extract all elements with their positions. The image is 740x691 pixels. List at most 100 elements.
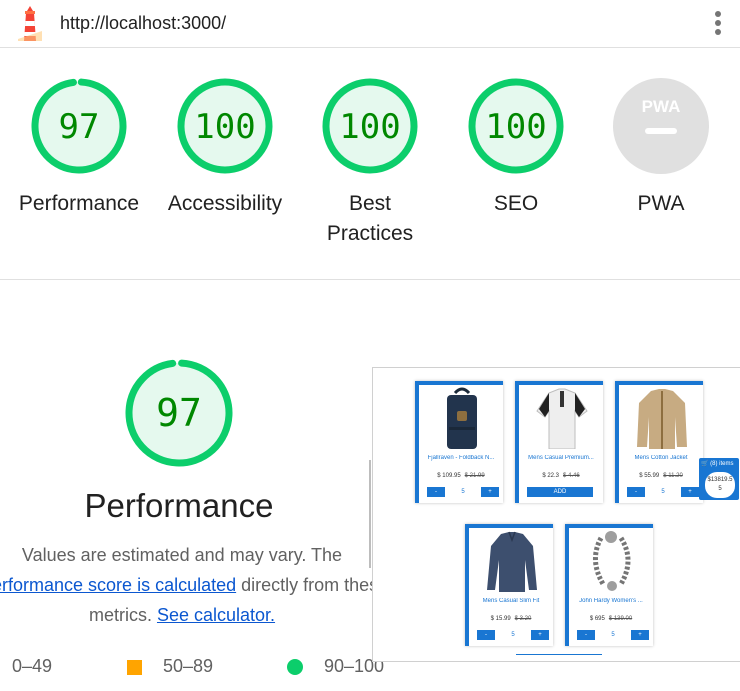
product-price: $ 15.99 $ 3.20 [469, 616, 553, 622]
desc-line-3-text: metrics. [88, 605, 152, 625]
old-price-value: $ 4.46 [563, 473, 580, 479]
quantity-stepper: - 5 + [577, 630, 649, 640]
tshirt-icon [536, 388, 588, 449]
product-card: Fjallraven - Foldback N... $ 109.95 $ 21.… [415, 381, 503, 503]
pass-circle-icon [287, 659, 303, 675]
performance-description: Values are estimated and may vary. The p… [0, 540, 388, 630]
performance-gauge-ring: 97 [31, 78, 127, 174]
best-practices-label: Best Practices [300, 189, 440, 249]
old-price-value: $ 21.99 [464, 473, 485, 479]
product-price: $ 695 $ 139.00 [569, 616, 653, 622]
product-card: Mens Cotton Jacket $ 55.99 $ 11.20 - 5 + [615, 381, 703, 503]
price-value: $ 109.95 [437, 473, 461, 479]
section-divider [0, 279, 740, 280]
performance-label: Performance [18, 192, 140, 215]
decrement-button[interactable]: - [477, 630, 495, 640]
decrement-button[interactable]: - [627, 487, 645, 497]
gauge-performance[interactable]: 97 Performance [9, 77, 149, 219]
desc-line-2-text: directly from these [241, 575, 389, 595]
seo-label: SEO [493, 192, 539, 215]
gauge-pwa[interactable]: PWA PWA [591, 77, 731, 219]
best-practices-score: 100 [339, 107, 400, 147]
accessibility-score: 100 [194, 107, 255, 147]
average-square-icon [127, 660, 142, 675]
see-calculator-link[interactable]: See calculator. [157, 605, 275, 625]
product-price: $ 109.95 $ 21.99 [419, 473, 503, 479]
decrement-button[interactable]: - [427, 487, 445, 497]
gauge-best-practices[interactable]: 100 Best Practices [300, 77, 440, 249]
product-name: Mens Casual Slim Fit [482, 598, 540, 604]
score-calculated-link[interactable]: performance score is calculated [0, 575, 236, 595]
decrement-button[interactable]: - [577, 630, 595, 640]
performance-detail-score: 97 [156, 391, 202, 435]
quantity-value: 5 [461, 489, 465, 495]
increment-button[interactable]: + [631, 630, 649, 640]
page-url: http://localhost:3000/ [60, 13, 227, 33]
legend-fail-label: 0–49 [12, 656, 53, 676]
jacket-icon [637, 389, 687, 449]
accessibility-gauge-ring: 100 [177, 78, 273, 174]
metrics-divider [369, 460, 371, 568]
report-header: http://localhost:3000/ [0, 0, 740, 48]
product-price: $ 55.99 $ 11.20 [619, 473, 703, 479]
final-screenshot[interactable]: Fjallraven - Foldback N... $ 109.95 $ 21.… [372, 367, 740, 662]
best-practices-label-line2: Practices [326, 222, 414, 245]
price-value: $ 55.99 [639, 473, 660, 479]
pwa-badge-icon: PWA [613, 78, 709, 174]
old-price-value: $ 139.00 [608, 616, 633, 622]
lighthouse-logo-icon [18, 6, 42, 41]
longsleeve-icon [487, 531, 537, 592]
quantity-stepper: - 5 + [427, 487, 499, 497]
gauge-seo[interactable]: 100 SEO [446, 77, 586, 219]
add-to-cart-button[interactable]: ADD [527, 487, 593, 497]
seo-gauge-ring: 100 [468, 78, 564, 174]
backpack-icon [447, 387, 477, 449]
quantity-stepper: - 5 + [627, 487, 699, 497]
performance-heading: Performance [84, 487, 274, 524]
price-value: $ 22.3 [542, 473, 559, 479]
legend-average-label: 50–89 [163, 656, 214, 676]
performance-score: 97 [59, 107, 100, 147]
cart-total: $13819.5 5 [705, 472, 735, 498]
score-legend: 0–49 50–89 90–100 [0, 655, 400, 679]
cart-count: 🛒 (8) items [701, 461, 734, 467]
product-name: John Hardy Women's ... [579, 598, 643, 604]
price-value: $ 15.99 [490, 616, 511, 622]
pwa-badge-text: PWA [642, 97, 681, 116]
product-card: Mens Casual Premium... $ 22.3 $ 4.46 ADD [515, 381, 603, 503]
desc-line-2: performance score is calculated directly… [0, 570, 388, 600]
pwa-na-dash [645, 128, 677, 134]
best-practices-gauge-ring: 100 [322, 78, 418, 174]
product-name: Fjallraven - Foldback N... [427, 455, 495, 461]
gauge-accessibility[interactable]: 100 Accessibility [155, 77, 295, 219]
more-menu-icon[interactable] [710, 10, 726, 38]
quantity-value: 5 [661, 489, 665, 495]
quantity-value: 5 [611, 632, 615, 638]
product-card: John Hardy Women's ... $ 695 $ 139.00 - 5… [565, 524, 653, 646]
cart-widget[interactable]: 🛒 (8) items $13819.5 5 [699, 458, 739, 500]
product-name: Mens Casual Premium... [528, 455, 594, 461]
increment-button[interactable]: + [531, 630, 549, 640]
footer-link-underline [516, 654, 602, 655]
accessibility-label: Accessibility [167, 192, 283, 215]
product-name: Mens Cotton Jacket [634, 455, 688, 461]
cart-total-line2: 5 [718, 486, 722, 492]
best-practices-label-line1: Best [348, 192, 392, 215]
pwa-label: PWA [637, 192, 685, 215]
product-price: $ 22.3 $ 4.46 [519, 473, 603, 479]
desc-line-1: Values are estimated and may vary. The [21, 545, 343, 565]
price-value: $ 695 [589, 616, 605, 622]
cart-total-line1: $13819.5 [707, 477, 733, 483]
product-card: Mens Casual Slim Fit $ 15.99 $ 3.20 - 5 + [465, 524, 553, 646]
seo-score: 100 [485, 107, 546, 147]
quantity-stepper: - 5 + [477, 630, 549, 640]
old-price-value: $ 11.20 [663, 473, 683, 479]
cart-label: (8) items [710, 461, 734, 467]
increment-button[interactable]: + [681, 487, 699, 497]
old-price-value: $ 3.20 [514, 616, 532, 622]
quantity-value: 5 [511, 632, 515, 638]
performance-detail-gauge: 97 [125, 359, 233, 467]
increment-button[interactable]: + [481, 487, 499, 497]
desc-line-3: metrics. See calculator. [0, 600, 382, 630]
bracelet-icon [593, 531, 631, 591]
